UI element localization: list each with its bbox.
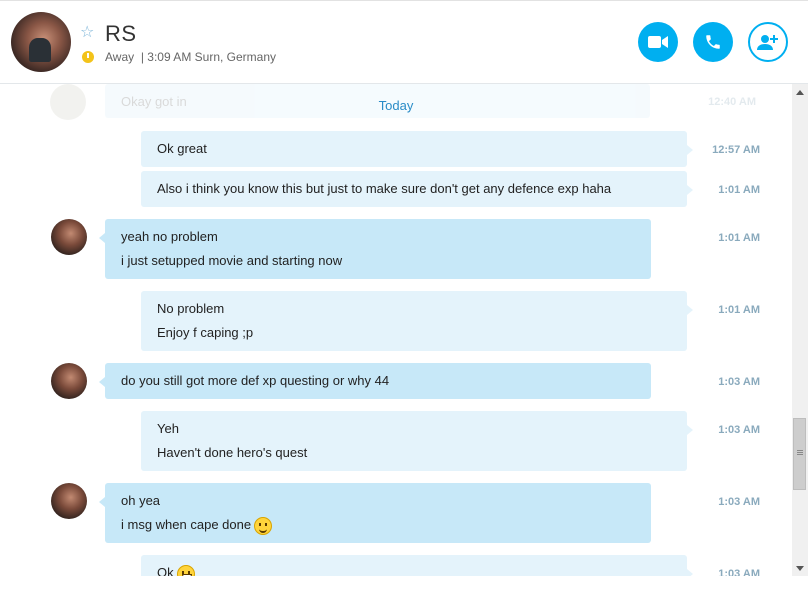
message-line: oh yea: [121, 493, 161, 508]
scroll-up-arrow-icon[interactable]: [792, 84, 808, 100]
message-line: Haven't done hero's quest: [157, 445, 308, 460]
contact-avatar-small[interactable]: [51, 483, 87, 519]
video-call-button[interactable]: [638, 22, 678, 62]
contact-status: Away | 3:09 AM Surn, Germany: [105, 50, 276, 64]
outgoing-message[interactable]: Yeh Haven't done hero's quest: [141, 411, 693, 471]
day-divider: Today: [378, 98, 414, 113]
footer-area: [0, 576, 808, 605]
message-time: 1:01 AM: [718, 184, 760, 196]
message-time: 1:03 AM: [718, 568, 760, 576]
contact-avatar-small[interactable]: [51, 219, 87, 255]
message-time: 1:01 AM: [718, 304, 760, 316]
incoming-message[interactable]: oh yea i msg when cape done: [99, 483, 651, 543]
contact-avatar[interactable]: [11, 12, 71, 72]
smile-emoji-icon: [254, 516, 273, 535]
message-line: i msg when cape done: [121, 513, 635, 537]
outgoing-message[interactable]: Ok great: [141, 131, 693, 167]
scrollbar-thumb[interactable]: [793, 418, 806, 490]
voice-call-button[interactable]: [693, 22, 733, 62]
message-text: i msg when cape done: [121, 517, 252, 532]
add-person-icon: [757, 35, 778, 50]
scroll-down-arrow-icon[interactable]: [792, 560, 808, 576]
contact-avatar-small[interactable]: [51, 363, 87, 399]
message-time: 1:03 AM: [718, 496, 760, 508]
message-list[interactable]: Okay got in 12:40 AM Today Ok great 12:5…: [0, 84, 792, 576]
contact-name[interactable]: RS: [105, 21, 137, 47]
message-line: i just setupped movie and starting now: [121, 253, 343, 268]
add-participant-button[interactable]: [748, 22, 788, 62]
message-time: 1:01 AM: [718, 232, 760, 244]
chat-window: ☆ RS Away | 3:09 AM Surn, Germany Okay g…: [0, 0, 808, 605]
message-time: 1:03 AM: [718, 424, 760, 436]
away-clock-icon: [82, 51, 94, 63]
outgoing-message[interactable]: No problem Enjoy f caping ;p: [141, 291, 693, 351]
video-camera-icon: [648, 36, 668, 48]
incoming-message[interactable]: yeah no problem i just setupped movie an…: [99, 219, 651, 279]
message-line: Ok great: [157, 141, 207, 156]
incoming-message[interactable]: do you still got more def xp questing or…: [99, 363, 651, 399]
message-line: Also i think you know this but just to m…: [157, 181, 612, 196]
message-line: yeah no problem: [121, 229, 218, 244]
message-text: Ok: [157, 565, 174, 576]
message-line: No problem: [157, 301, 225, 316]
conversation-header: ☆ RS Away | 3:09 AM Surn, Germany: [0, 1, 808, 84]
message-line: Enjoy f caping ;p: [157, 325, 254, 340]
status-label: Away: [105, 50, 135, 64]
message-line: Yeh: [157, 421, 179, 436]
phone-icon: [706, 35, 720, 49]
message-line: Ok: [157, 561, 671, 576]
vertical-scrollbar[interactable]: [792, 84, 808, 576]
status-separator: |: [140, 50, 144, 64]
local-time: 3:09 AM Surn, Germany: [147, 50, 277, 64]
outgoing-message[interactable]: Ok: [141, 555, 693, 576]
favorite-star-icon[interactable]: ☆: [80, 25, 94, 41]
message-time: 1:03 AM: [718, 376, 760, 388]
message-time: 12:57 AM: [712, 144, 760, 156]
grin-emoji-icon: [176, 564, 195, 576]
outgoing-message[interactable]: Also i think you know this but just to m…: [141, 171, 693, 207]
message-line: do you still got more def xp questing or…: [121, 373, 390, 388]
